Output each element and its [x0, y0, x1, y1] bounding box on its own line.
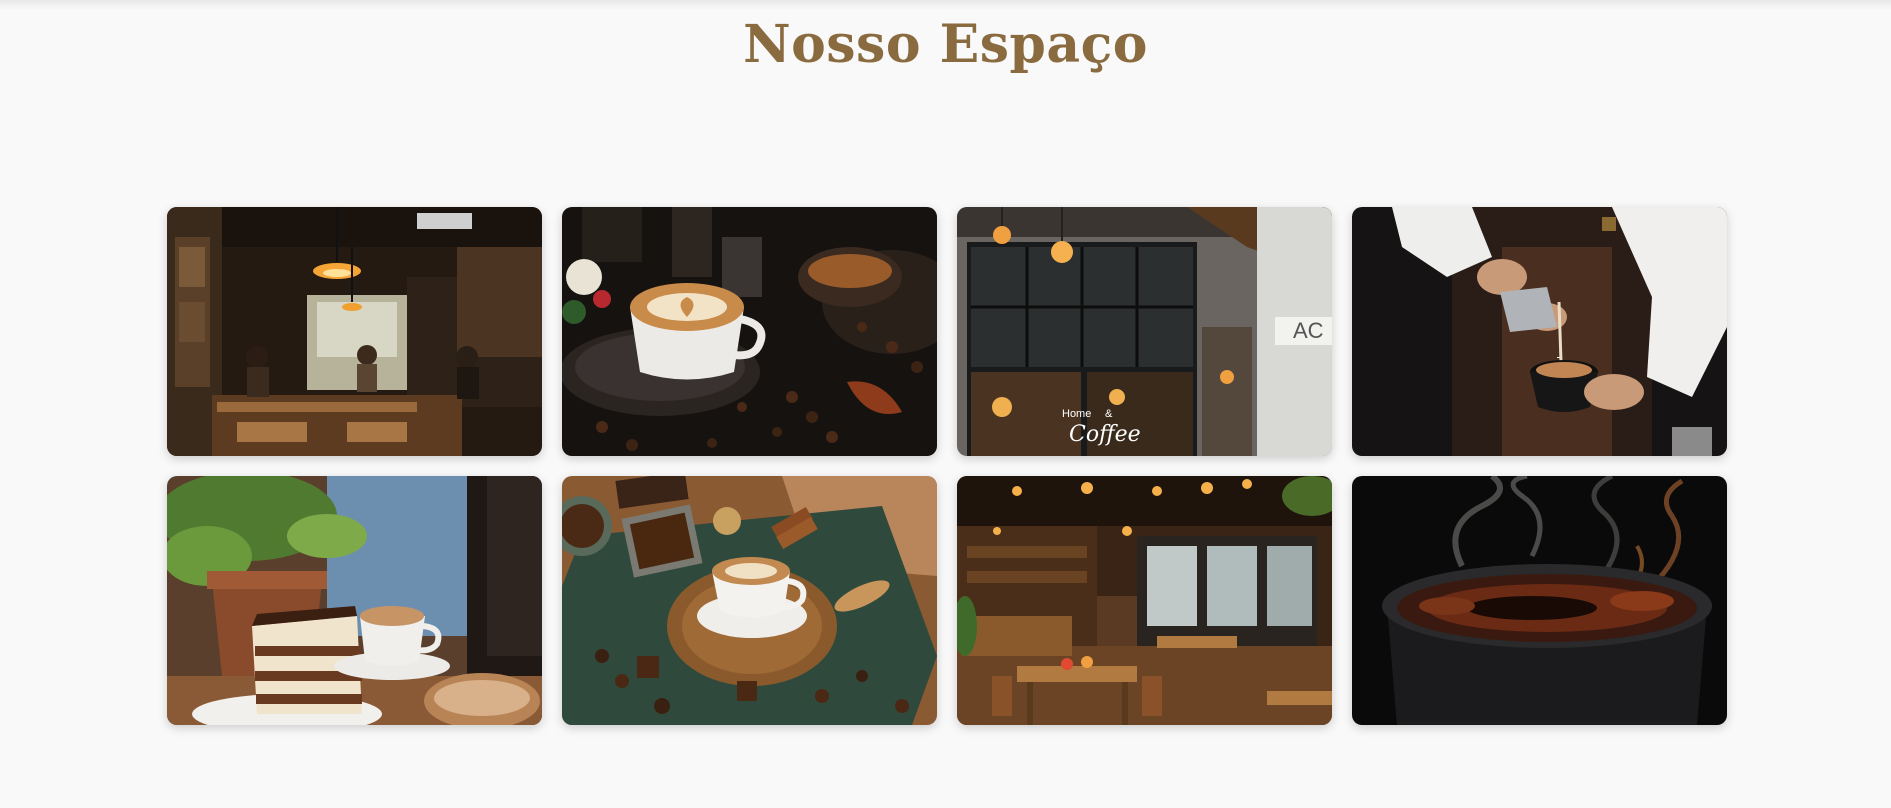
- facade-letters: AC: [1293, 318, 1324, 343]
- storefront-sign-line-3: Coffee: [1069, 422, 1141, 447]
- gallery-tile-storefront[interactable]: AC Home & Coffee: [957, 207, 1332, 456]
- barista-pouring-milk-photo: [1352, 207, 1727, 456]
- storefront-sign-line-2: &: [1105, 408, 1113, 420]
- cafe-dining-room-photo: [957, 476, 1332, 725]
- steaming-black-coffee-photo: [1352, 476, 1727, 725]
- gallery-tile-steaming-coffee[interactable]: [1352, 476, 1727, 725]
- cake-and-coffee-photo: [167, 476, 542, 725]
- storefront-sign-line-1: Home: [1062, 408, 1091, 420]
- gallery-tile-dining-room[interactable]: [957, 476, 1332, 725]
- cafe-interior-evening-photo: [167, 207, 542, 456]
- gallery-tile-latte-table[interactable]: [562, 476, 937, 725]
- cafe-storefront-photo: AC Home & Coffee: [957, 207, 1332, 456]
- gallery-tile-latte-art[interactable]: [562, 207, 937, 456]
- section-title: Nosso Espaço: [743, 14, 1148, 75]
- gallery-tile-cafe-interior[interactable]: [167, 207, 542, 456]
- photo-gallery: AC Home & Coffee: [167, 207, 1727, 725]
- latte-art-coffee-beans-photo: [562, 207, 937, 456]
- gallery-tile-barista[interactable]: [1352, 207, 1727, 456]
- gallery-tile-cake-coffee[interactable]: [167, 476, 542, 725]
- latte-on-table-with-spices-photo: [562, 476, 937, 725]
